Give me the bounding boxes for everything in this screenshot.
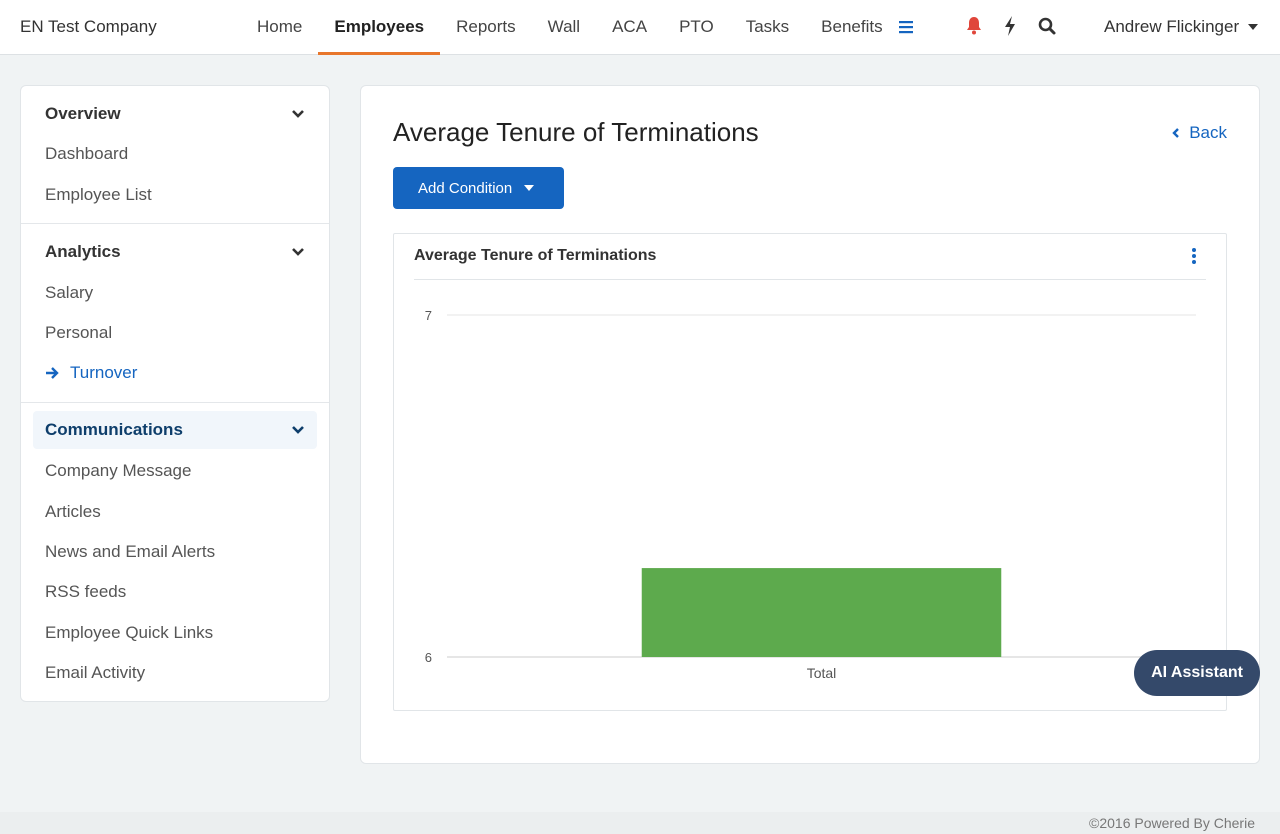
chevron-down-icon <box>292 248 304 256</box>
footer-text: ©2016 Powered By Cherie <box>1089 815 1255 831</box>
sidebar-item-turnover[interactable]: Turnover <box>45 361 137 385</box>
section-title: Communications <box>45 420 183 439</box>
y-tick-label: 7 <box>425 308 432 323</box>
main-nav: Home Employees Reports Wall ACA PTO Task… <box>241 0 899 55</box>
top-navbar: EN Test Company Home Employees Reports W… <box>0 0 1280 55</box>
main-panel: Average Tenure of Terminations Back Add … <box>360 85 1260 764</box>
sidebar: Overview Dashboard Employee List Analyti… <box>20 85 330 702</box>
sidebar-item-email-activity[interactable]: Email Activity <box>45 661 145 685</box>
chevron-down-icon <box>292 426 304 434</box>
bolt-icon[interactable] <box>1001 15 1019 37</box>
menu-icon[interactable] <box>898 18 914 36</box>
chevron-down-icon <box>292 110 304 118</box>
sidebar-item-label: Turnover <box>70 363 138 382</box>
chart-title: Average Tenure of Terminations <box>414 247 657 264</box>
company-name[interactable]: EN Test Company <box>20 0 157 54</box>
sidebar-section-analytics[interactable]: Analytics <box>33 233 317 271</box>
sidebar-section-communications[interactable]: Communications <box>33 411 317 449</box>
caret-down-icon <box>1248 24 1259 30</box>
sidebar-item-personal[interactable]: Personal <box>45 321 112 345</box>
divider <box>21 223 329 224</box>
sidebar-item-employee-list[interactable]: Employee List <box>45 183 152 207</box>
chevron-left-icon <box>1172 128 1180 138</box>
search-icon[interactable] <box>1037 15 1057 37</box>
nav-pto[interactable]: PTO <box>663 0 730 54</box>
footer: ©2016 Powered By Cherie <box>0 812 1280 834</box>
page-title: Average Tenure of Terminations <box>393 117 759 147</box>
more-options-icon[interactable] <box>1190 247 1198 265</box>
nav-wall[interactable]: Wall <box>532 0 596 54</box>
nav-tasks[interactable]: Tasks <box>730 0 805 54</box>
sidebar-item-company-message[interactable]: Company Message <box>45 459 191 483</box>
bar-chart: 6 7 Total <box>425 308 1196 681</box>
nav-home[interactable]: Home <box>241 0 318 54</box>
y-tick-label: 6 <box>425 650 432 665</box>
caret-down-icon <box>524 185 535 191</box>
nav-aca[interactable]: ACA <box>596 0 663 54</box>
bar-total[interactable] <box>641 568 1002 657</box>
sidebar-item-dashboard[interactable]: Dashboard <box>45 142 128 166</box>
sidebar-item-news-email-alerts[interactable]: News and Email Alerts <box>45 540 215 564</box>
back-link[interactable]: Back <box>1171 123 1227 143</box>
nav-benefits[interactable]: Benefits <box>805 0 898 54</box>
x-tick-label: Total <box>807 665 837 681</box>
add-condition-button[interactable]: Add Condition <box>393 167 564 209</box>
section-title: Overview <box>45 104 121 123</box>
bell-icon[interactable] <box>964 15 984 37</box>
nav-employees[interactable]: Employees <box>318 0 440 55</box>
ai-assistant-button[interactable]: AI Assistant <box>1134 650 1260 696</box>
user-menu[interactable]: Andrew Flickinger <box>1104 0 1259 54</box>
chart-header: Average Tenure of Terminations <box>414 234 1206 280</box>
sidebar-item-articles[interactable]: Articles <box>45 500 101 524</box>
section-title: Analytics <box>45 242 121 261</box>
nav-reports[interactable]: Reports <box>440 0 532 54</box>
sidebar-item-salary[interactable]: Salary <box>45 281 93 305</box>
add-condition-label: Add Condition <box>418 179 513 197</box>
sidebar-section-overview[interactable]: Overview <box>33 95 317 133</box>
arrow-right-icon <box>46 367 59 379</box>
sidebar-item-rss-feeds[interactable]: RSS feeds <box>45 580 126 604</box>
user-name: Andrew Flickinger <box>1104 17 1240 36</box>
divider <box>21 402 329 403</box>
chart-card: Average Tenure of Terminations 6 7 Total <box>393 233 1227 711</box>
back-label: Back <box>1189 123 1227 142</box>
sidebar-item-employee-quick-links[interactable]: Employee Quick Links <box>45 621 213 645</box>
